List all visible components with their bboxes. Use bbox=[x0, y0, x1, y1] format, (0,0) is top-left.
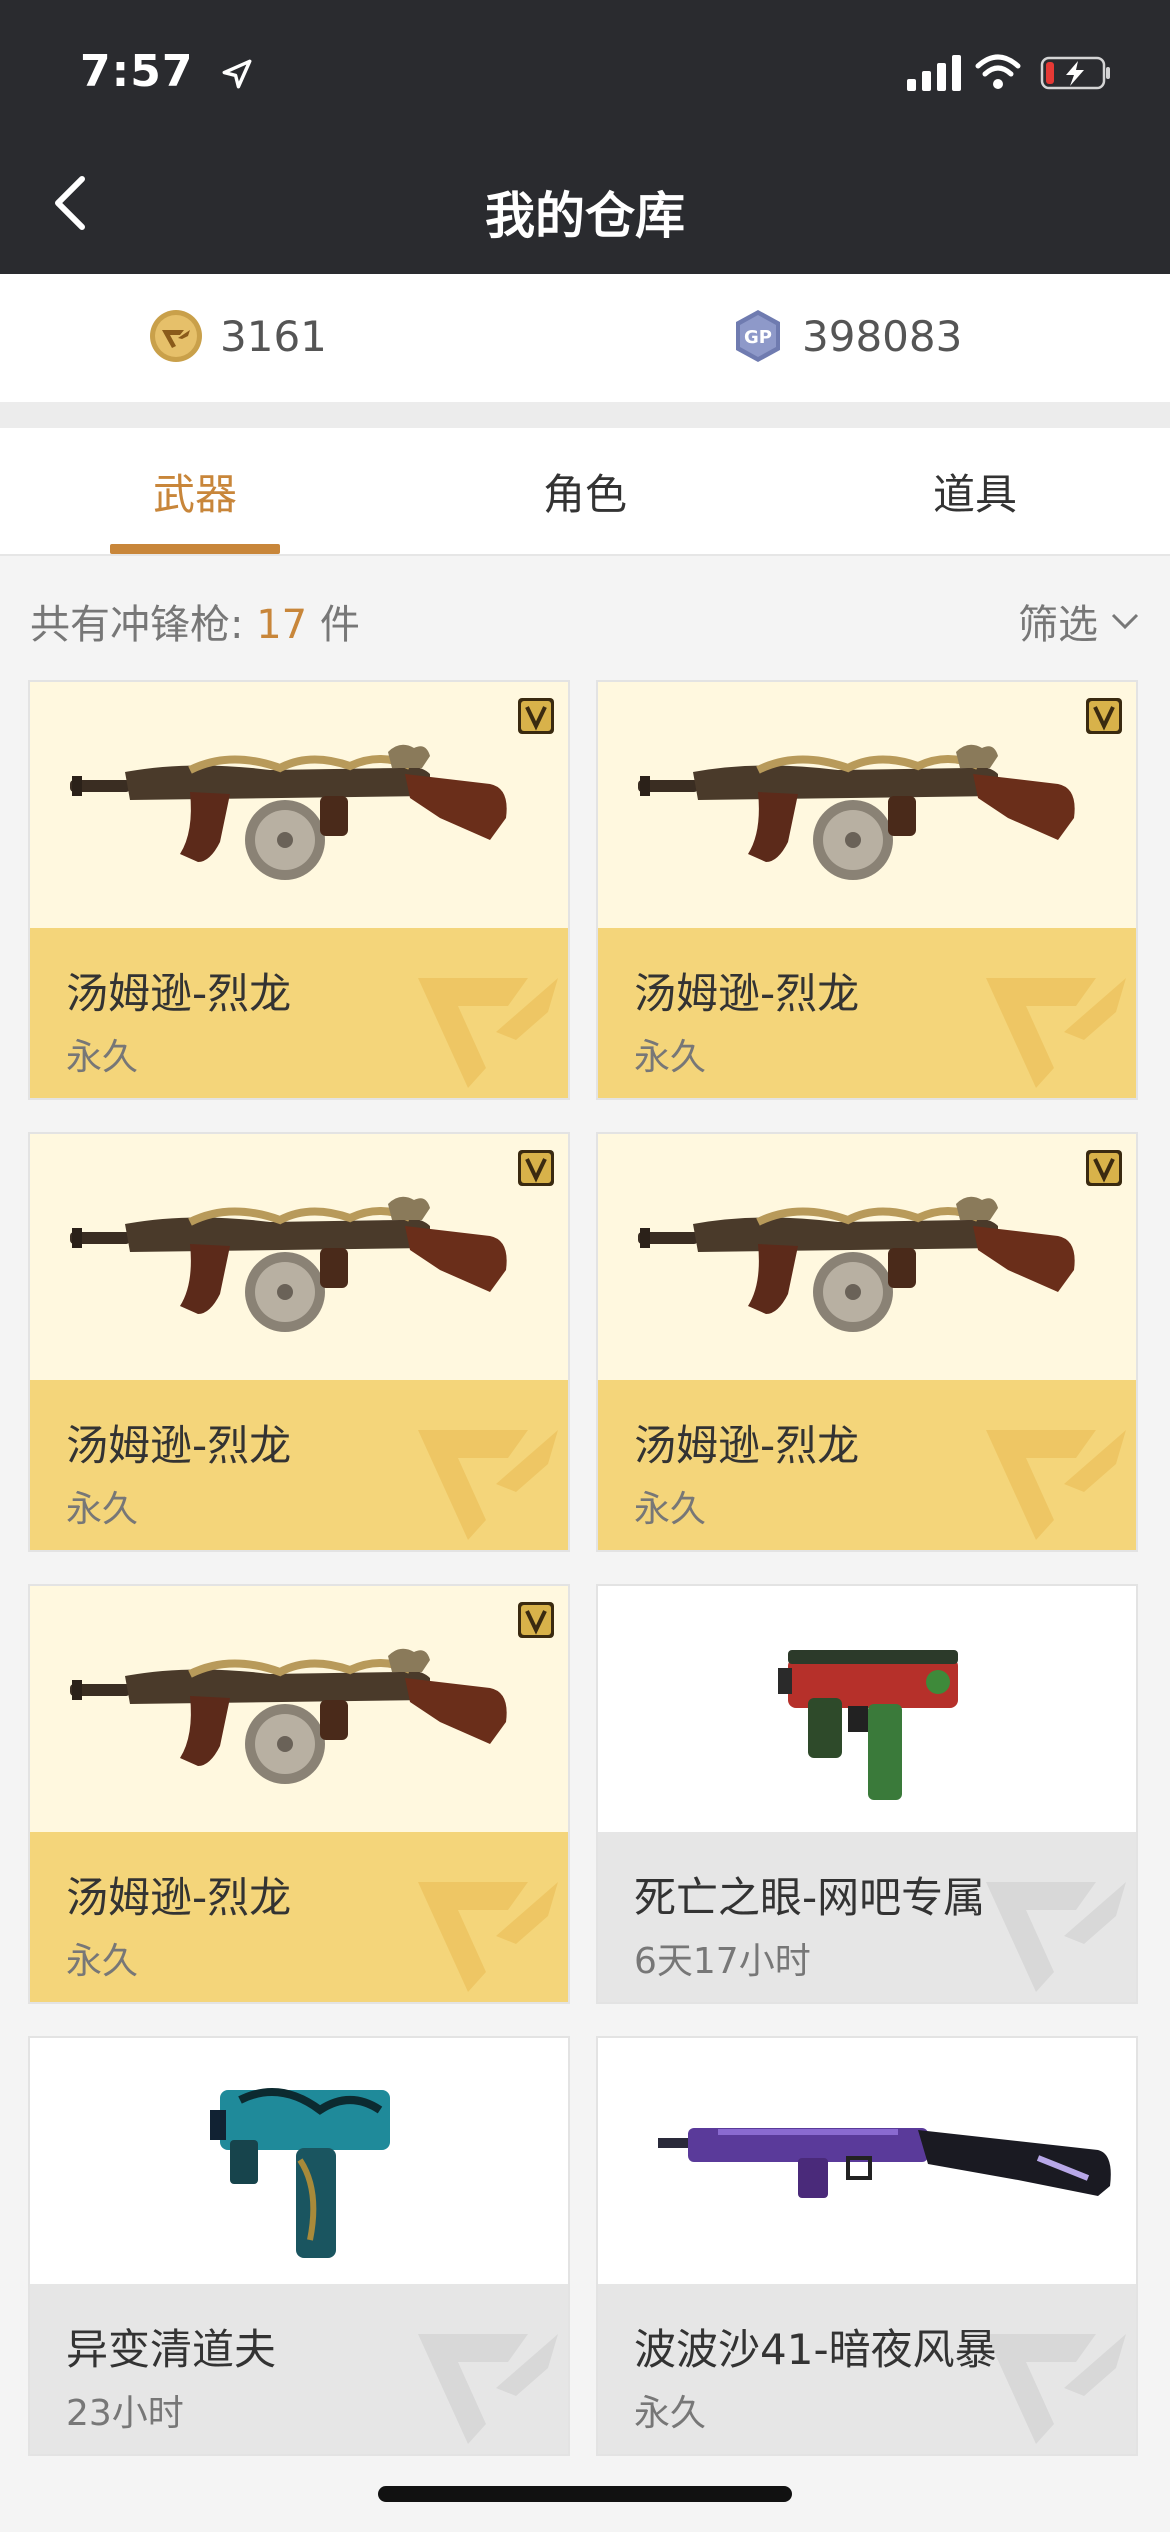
ppsh-purple-icon bbox=[658, 2088, 1118, 2242]
weapon-duration: 永久 bbox=[66, 1037, 139, 1078]
weapon-name: 波波沙41-暗夜风暴 bbox=[634, 2325, 997, 2374]
gp-coin-icon: GP bbox=[736, 310, 780, 362]
weapon-name: 死亡之眼-网吧专属 bbox=[634, 1873, 986, 1922]
coin-balance-value: 3161 bbox=[220, 311, 327, 361]
vip-badge-icon bbox=[1084, 696, 1124, 736]
weapon-name: 汤姆逊-烈龙 bbox=[634, 1421, 860, 1470]
battery-icon bbox=[1040, 56, 1110, 90]
currency-bar: 3161 GP 398083 bbox=[0, 274, 1170, 402]
vip-badge-icon bbox=[1084, 1148, 1124, 1188]
weapon-image-area bbox=[598, 1586, 1136, 1832]
weapon-name: 汤姆逊-烈龙 bbox=[66, 969, 292, 1018]
weapon-duration: 永久 bbox=[66, 1489, 139, 1530]
chevron-down-icon bbox=[1111, 613, 1139, 630]
item-count: 共有冲锋枪: 17 件 bbox=[30, 592, 360, 650]
cf-watermark-icon bbox=[976, 948, 1136, 1098]
cellular-signal-icon bbox=[907, 55, 961, 91]
weapon-duration: 23小时 bbox=[66, 2393, 184, 2434]
tmp-red-icon bbox=[748, 1588, 988, 1832]
weapon-card[interactable]: 汤姆逊-烈龙永久 bbox=[28, 1584, 570, 2004]
weapon-card[interactable]: 汤姆逊-烈龙永久 bbox=[28, 680, 570, 1100]
weapon-image-area bbox=[30, 1586, 568, 1832]
item-count-number: 17 bbox=[256, 602, 308, 648]
weapon-name: 汤姆逊-烈龙 bbox=[66, 1873, 292, 1922]
thompson-dragon-icon bbox=[70, 1626, 530, 1810]
weapon-info: 汤姆逊-烈龙永久 bbox=[30, 1380, 568, 1550]
vip-badge-icon bbox=[516, 1148, 556, 1188]
thompson-dragon-icon bbox=[70, 1174, 530, 1358]
weapon-info: 汤姆逊-烈龙永久 bbox=[598, 1380, 1136, 1550]
cf-coin-icon bbox=[150, 310, 202, 362]
section-divider bbox=[0, 402, 1170, 428]
thompson-dragon-icon bbox=[70, 722, 530, 906]
cf-watermark-icon bbox=[408, 1400, 568, 1550]
tab-weapons[interactable]: 武器 bbox=[0, 428, 390, 554]
cf-watermark-icon bbox=[408, 948, 568, 1098]
thompson-dragon-icon bbox=[638, 1174, 1098, 1358]
cf-watermark-icon bbox=[976, 1852, 1136, 2002]
weapon-info: 汤姆逊-烈龙永久 bbox=[30, 928, 568, 1098]
cf-watermark-icon bbox=[408, 2304, 568, 2454]
top-header: 7:57 我的仓库 bbox=[0, 0, 1170, 274]
weapon-name: 汤姆逊-烈龙 bbox=[634, 969, 860, 1018]
weapon-duration: 永久 bbox=[634, 2393, 707, 2434]
weapon-info: 汤姆逊-烈龙永久 bbox=[30, 1832, 568, 2002]
thompson-dragon-icon bbox=[638, 722, 1098, 906]
filter-button[interactable]: 筛选 bbox=[1018, 592, 1140, 650]
home-indicator[interactable] bbox=[378, 2486, 792, 2502]
weapon-duration: 永久 bbox=[634, 1489, 707, 1530]
page-title: 我的仓库 bbox=[485, 187, 685, 245]
coin-balance: 3161 bbox=[148, 308, 327, 364]
weapon-image-area bbox=[598, 1134, 1136, 1380]
weapon-card[interactable]: 死亡之眼-网吧专属 6天17小时 bbox=[596, 1584, 1138, 2004]
weapon-image-area bbox=[30, 682, 568, 928]
vip-badge-icon bbox=[516, 696, 556, 736]
cf-watermark-icon bbox=[976, 1400, 1136, 1550]
gp-balance-value: 398083 bbox=[802, 311, 963, 361]
status-time: 7:57 bbox=[80, 46, 254, 97]
weapon-image-area bbox=[598, 682, 1136, 928]
weapon-card[interactable]: 汤姆逊-烈龙永久 bbox=[596, 680, 1138, 1100]
tmp-cyan-icon bbox=[180, 2040, 420, 2284]
weapon-card[interactable]: 异变清道夫 23小时 bbox=[28, 2036, 570, 2456]
weapon-grid: 汤姆逊-烈龙 永久 汤姆逊-烈龙 永久 汤姆逊-烈龙 永久 汤姆逊-烈龙 永久 … bbox=[0, 680, 1170, 2532]
weapon-card[interactable]: 汤姆逊-烈龙永久 bbox=[28, 1132, 570, 1552]
weapon-info: 死亡之眼-网吧专属 6天17小时 bbox=[598, 1832, 1136, 2002]
tab-characters[interactable]: 角色 bbox=[390, 428, 780, 554]
cf-watermark-icon bbox=[976, 2304, 1136, 2454]
wifi-icon bbox=[975, 54, 1021, 89]
tab-items[interactable]: 道具 bbox=[780, 428, 1170, 554]
active-tab-indicator bbox=[110, 544, 280, 554]
cf-watermark-icon bbox=[408, 1852, 568, 2002]
vip-badge-icon bbox=[516, 1600, 556, 1640]
gp-balance: GP 398083 bbox=[730, 308, 962, 364]
weapon-info: 异变清道夫 23小时 bbox=[30, 2284, 568, 2454]
list-summary-bar: 共有冲锋枪: 17 件 筛选 bbox=[0, 556, 1170, 680]
weapon-info: 波波沙41-暗夜风暴永久 bbox=[598, 2284, 1136, 2454]
gp-badge-text: GP bbox=[744, 327, 772, 348]
weapon-image-area bbox=[30, 2038, 568, 2284]
location-arrow-icon bbox=[222, 59, 252, 89]
filter-label: 筛选 bbox=[1018, 602, 1098, 648]
weapon-card[interactable]: 波波沙41-暗夜风暴永久 bbox=[596, 2036, 1138, 2456]
weapon-name: 汤姆逊-烈龙 bbox=[66, 1421, 292, 1470]
weapon-image-area bbox=[598, 2038, 1136, 2284]
weapon-duration: 永久 bbox=[634, 1037, 707, 1078]
status-time-text: 7:57 bbox=[80, 46, 194, 97]
item-count-prefix: 共有冲锋枪: bbox=[30, 602, 257, 648]
weapon-card[interactable]: 汤姆逊-烈龙永久 bbox=[596, 1132, 1138, 1552]
item-count-suffix: 件 bbox=[307, 602, 360, 648]
category-tabs: 武器 角色 道具 bbox=[0, 428, 1170, 556]
weapon-image-area bbox=[30, 1134, 568, 1380]
weapon-name: 异变清道夫 bbox=[66, 2325, 277, 2374]
weapon-duration: 永久 bbox=[66, 1941, 139, 1982]
weapon-info: 汤姆逊-烈龙永久 bbox=[598, 928, 1136, 1098]
weapon-duration: 6天17小时 bbox=[634, 1941, 811, 1982]
